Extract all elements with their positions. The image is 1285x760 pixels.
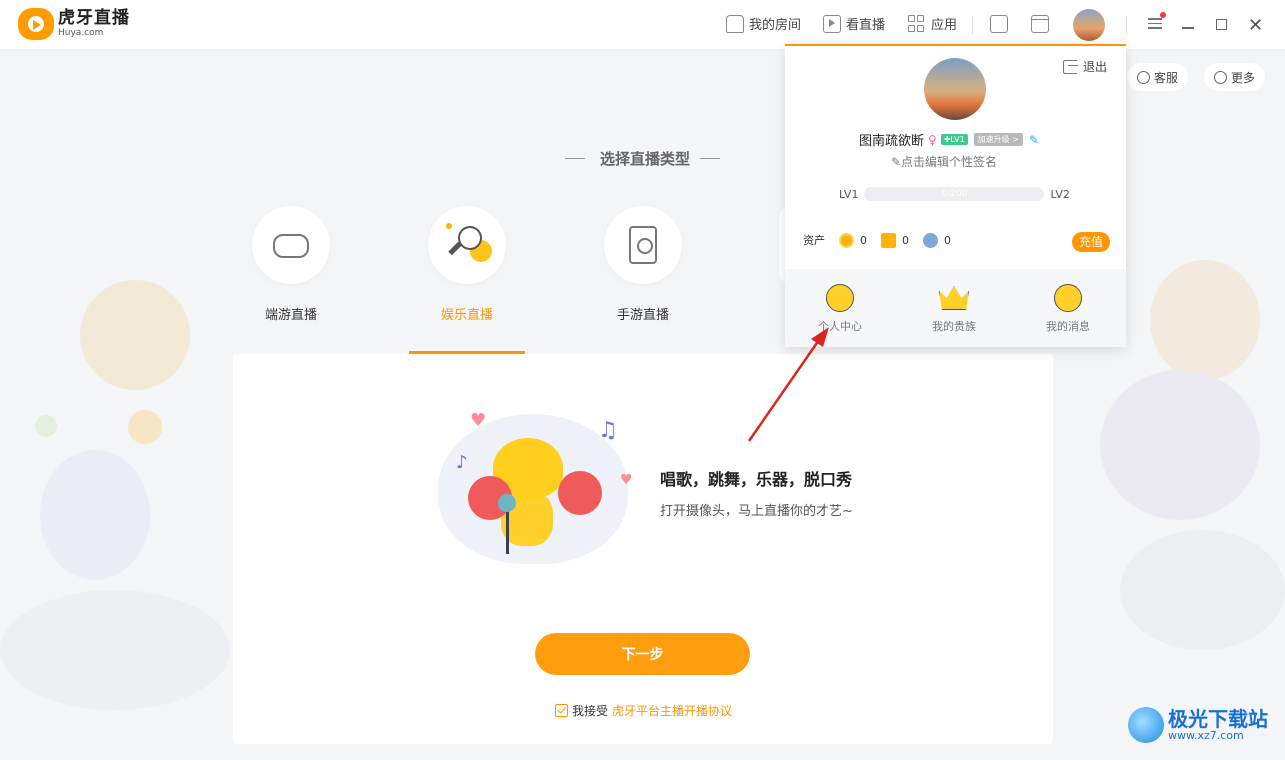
my-room-label: 我的房间	[749, 18, 802, 33]
level-next: LV2	[1050, 187, 1070, 201]
blue-gem-icon	[923, 232, 938, 248]
category-entertainment[interactable]: 娱乐直播	[427, 206, 507, 323]
female-icon: ♀	[928, 132, 937, 147]
username-row: 图南疏欲断 ♀ ✚LV1 加速升级 > ✎	[859, 130, 1039, 150]
edit-profile-icon[interactable]: ✎	[1029, 133, 1039, 147]
agreement-prefix: 我接受	[572, 704, 609, 718]
category-detail-card: ♥ ♫ ♪ ♥ 唱歌，跳舞，乐器，脱口秀 打开摄像头，马上直播你的才艺~ 下一步…	[233, 354, 1053, 744]
profile-dropdown: 退出 图南疏欲断 ♀ ✚LV1 加速升级 > ✎ ✎点击编辑个性签名 LV1 0…	[785, 44, 1126, 347]
level-current: LV1	[839, 187, 859, 201]
agreement-row: 我接受 虎牙平台主播开播协议	[555, 702, 732, 719]
left-background-decoration	[0, 260, 230, 760]
asset-value: 0	[944, 233, 951, 247]
silver-bean-icon	[881, 232, 896, 248]
music-note-icon: ♫	[598, 418, 618, 443]
house-icon	[726, 14, 744, 33]
agreement-link[interactable]: 虎牙平台主播开播协议	[612, 702, 732, 719]
profile-avatar[interactable]	[924, 58, 986, 120]
my-noble-label: 我的贵族	[932, 320, 976, 333]
minimize-button[interactable]	[1182, 27, 1194, 29]
heart-icon: ♥	[620, 472, 633, 488]
apps-button[interactable]: 应用	[908, 14, 957, 33]
divider	[1126, 16, 1127, 34]
maximize-button[interactable]	[1216, 19, 1227, 30]
customer-service-button[interactable]: 客服	[1127, 63, 1189, 91]
annotation-arrow	[747, 327, 829, 442]
logo-text: 虎牙直播	[58, 8, 130, 28]
calendar-icon[interactable]	[1031, 15, 1049, 33]
next-step-button[interactable]: 下一步	[535, 633, 750, 675]
username: 图南疏欲断	[859, 134, 925, 149]
more-label: 更多	[1231, 70, 1256, 85]
music-note-icon: ♪	[456, 452, 468, 473]
gamepad-icon	[273, 234, 309, 258]
my-messages-label: 我的消息	[1046, 320, 1090, 333]
chat-bubble-icon	[1054, 284, 1082, 312]
logout-label: 退出	[1083, 60, 1108, 74]
profile-footer: 个人中心 我的贵族 我的消息	[785, 269, 1126, 347]
asset-value: 0	[902, 233, 909, 247]
assets-row: 资产 0 0 0	[803, 232, 951, 248]
category-mobile-game[interactable]: 手游直播	[603, 206, 683, 323]
assets-label: 资产	[803, 234, 825, 247]
notification-dot	[1160, 12, 1166, 18]
my-noble-button[interactable]: 我的贵族	[909, 284, 999, 334]
logout-button[interactable]: 退出	[1063, 58, 1107, 75]
asset-value: 0	[860, 233, 867, 247]
category-label: 娱乐直播	[440, 308, 493, 323]
edit-signature-link[interactable]: ✎点击编辑个性签名	[891, 153, 997, 170]
level-badge: ✚LV1	[940, 134, 968, 145]
level-progress-bar: 0/200	[864, 187, 1045, 201]
huya-logo-icon	[18, 8, 54, 40]
logo-domain: Huya.com	[58, 28, 104, 38]
close-button[interactable]: ✕	[1248, 17, 1263, 35]
gold-coin-icon	[839, 232, 854, 248]
watch-live-label: 看直播	[846, 18, 886, 33]
more-dots-icon	[1214, 70, 1227, 84]
huya-logo[interactable]: 虎牙直播 Huya.com	[18, 8, 130, 40]
play-icon	[823, 14, 841, 33]
crown-icon	[939, 286, 969, 310]
apps-label: 应用	[931, 18, 958, 33]
agreement-checkbox[interactable]	[555, 704, 568, 717]
watermark-text: 极光下载站	[1168, 706, 1268, 731]
section-title: 选择直播类型	[560, 148, 730, 169]
more-button[interactable]: 更多	[1204, 63, 1266, 91]
message-icon[interactable]	[990, 15, 1008, 33]
title-bar: 虎牙直播 Huya.com 我的房间 看直播 应用 ✕	[0, 0, 1285, 50]
phone-icon	[629, 226, 657, 264]
watermark-url: www.xz7.com	[1168, 728, 1244, 742]
category-label: 手游直播	[616, 308, 669, 323]
grid-icon	[908, 14, 926, 33]
watch-live-button[interactable]: 看直播	[823, 14, 885, 33]
my-messages-button[interactable]: 我的消息	[1023, 284, 1113, 334]
level-progress-row: LV1 0/200 LV2	[839, 187, 1070, 201]
smiley-icon	[826, 284, 854, 312]
user-avatar[interactable]	[1073, 9, 1105, 41]
divider	[972, 16, 973, 34]
watermark: 极光下载站 www.xz7.com	[1128, 707, 1268, 743]
speed-upgrade-badge[interactable]: 加速升级 >	[973, 133, 1023, 146]
category-label: 端游直播	[264, 308, 317, 323]
my-room-button[interactable]: 我的房间	[726, 14, 801, 33]
singing-mascot-illustration: ♥ ♫ ♪ ♥	[438, 406, 638, 576]
entertainment-title: 唱歌，跳舞，乐器，脱口秀	[660, 470, 853, 489]
category-pc-game[interactable]: 端游直播	[251, 206, 331, 323]
customer-service-label: 客服	[1154, 70, 1179, 85]
logout-icon	[1063, 59, 1078, 74]
headset-icon	[1137, 70, 1150, 84]
watermark-logo-icon	[1128, 707, 1164, 743]
recharge-button[interactable]: 充值	[1072, 232, 1110, 252]
entertainment-description: 打开摄像头，马上直播你的才艺~	[660, 504, 853, 519]
heart-icon: ♥	[470, 410, 487, 431]
